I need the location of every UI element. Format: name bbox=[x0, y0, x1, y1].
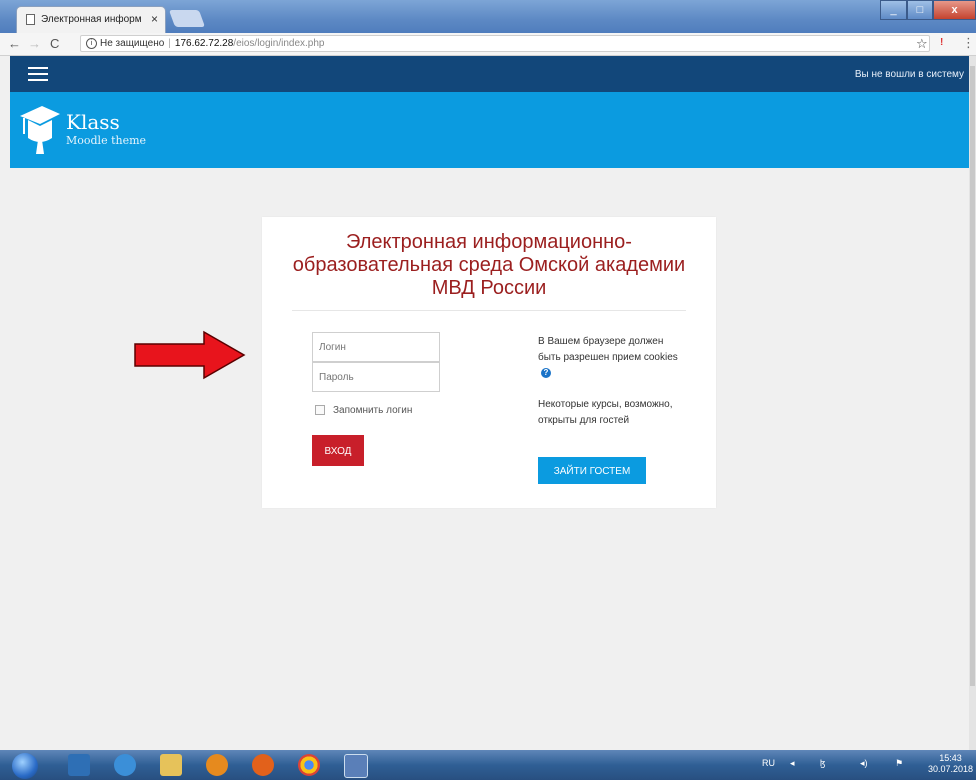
help-icon[interactable]: ? bbox=[541, 368, 551, 379]
browser-menu-icon[interactable]: ⋮ bbox=[962, 35, 975, 51]
internet-explorer-icon[interactable] bbox=[114, 754, 136, 776]
guest-notice: Некоторые курсы, возможно, открыты для г… bbox=[538, 399, 673, 426]
red-arrow-icon bbox=[134, 330, 246, 380]
page-icon bbox=[26, 14, 35, 25]
cookies-notice: В Вашем браузере должен быть разрешен пр… bbox=[538, 334, 678, 382]
hamburger-menu-icon[interactable] bbox=[28, 67, 48, 81]
clock-date: 30.07.2018 bbox=[928, 764, 974, 774]
remember-checkbox[interactable] bbox=[315, 405, 325, 416]
url-host: 176.62.72.28 bbox=[174, 38, 234, 49]
brand-header: Klass Moodle theme bbox=[10, 92, 972, 168]
address-separator: | bbox=[168, 38, 171, 49]
address-bar[interactable]: i Не защищено | 176.62.72.28/eios/login/ind… bbox=[80, 35, 930, 52]
remember-username[interactable]: Запомнить логин bbox=[315, 405, 412, 416]
language-indicator[interactable]: RU bbox=[762, 758, 775, 768]
remember-label: Запомнить логин bbox=[333, 405, 413, 416]
maximize-button[interactable]: □ bbox=[907, 0, 933, 20]
minimize-button[interactable]: _ bbox=[880, 0, 907, 20]
bookmark-star-icon[interactable]: ☆ bbox=[916, 36, 928, 52]
chrome-icon[interactable] bbox=[298, 754, 320, 776]
security-label: Не защищено bbox=[100, 38, 165, 49]
taskbar: RU ◂ ɮ ◂) ⚑ 15:43 30.07.2018 bbox=[0, 750, 976, 780]
firefox-icon[interactable] bbox=[252, 754, 274, 776]
guest-login-button[interactable]: ЗАЙТИ ГОСТЕМ bbox=[538, 457, 646, 484]
bluetooth-icon[interactable]: ɮ bbox=[820, 758, 825, 768]
cookies-text: В Вашем браузере должен быть разрешен пр… bbox=[538, 336, 678, 363]
clock-time: 15:43 bbox=[939, 753, 962, 763]
browser-tab[interactable]: Электронная информац × bbox=[16, 6, 166, 33]
info-icon[interactable]: i bbox=[86, 37, 97, 49]
browser-toolbar: ← → C i Не защищено | 176.62.72.28/eios/log… bbox=[0, 33, 976, 56]
window-close-button[interactable]: x bbox=[933, 0, 976, 20]
scrollbar-thumb[interactable] bbox=[970, 66, 975, 686]
site-navbar: Вы не вошли в систему bbox=[10, 56, 972, 92]
login-card: Электронная информационно-образовательна… bbox=[262, 217, 716, 508]
brand-subtitle: Moodle theme bbox=[66, 134, 147, 147]
extension-icon[interactable]: ! bbox=[940, 37, 943, 48]
title-divider bbox=[292, 310, 686, 311]
reload-button[interactable]: C bbox=[50, 36, 59, 51]
back-button[interactable]: ← bbox=[8, 36, 21, 51]
brand-name[interactable]: Klass bbox=[66, 110, 120, 134]
forward-button[interactable]: → bbox=[28, 36, 41, 51]
username-input[interactable] bbox=[312, 332, 440, 362]
password-input[interactable] bbox=[312, 362, 440, 392]
tumblr-icon[interactable] bbox=[68, 754, 90, 776]
clock[interactable]: 15:43 30.07.2018 bbox=[928, 753, 973, 775]
tab-title: Электронная информац bbox=[41, 14, 141, 25]
site-title: Электронная информационно-образовательна… bbox=[292, 231, 686, 299]
flag-icon[interactable]: ⚑ bbox=[895, 758, 903, 769]
tab-close-icon[interactable]: × bbox=[151, 12, 158, 26]
word-icon[interactable] bbox=[344, 754, 368, 778]
start-button[interactable] bbox=[12, 753, 38, 779]
browser-titlebar: Электронная информац × _ □ x bbox=[0, 0, 976, 33]
file-explorer-icon[interactable] bbox=[160, 754, 182, 776]
new-tab-button[interactable] bbox=[168, 10, 206, 27]
network-icon[interactable]: ◂ bbox=[790, 758, 795, 769]
login-button[interactable]: ВХОД bbox=[312, 435, 364, 466]
login-status: Вы не вошли в систему bbox=[854, 69, 964, 80]
media-player-icon[interactable] bbox=[206, 754, 228, 776]
url-path: /eios/login/index.php bbox=[233, 38, 325, 49]
graduation-cap-logo-icon[interactable] bbox=[20, 100, 60, 156]
volume-icon[interactable]: ◂) bbox=[860, 758, 868, 769]
page-scrollbar[interactable] bbox=[969, 56, 976, 756]
